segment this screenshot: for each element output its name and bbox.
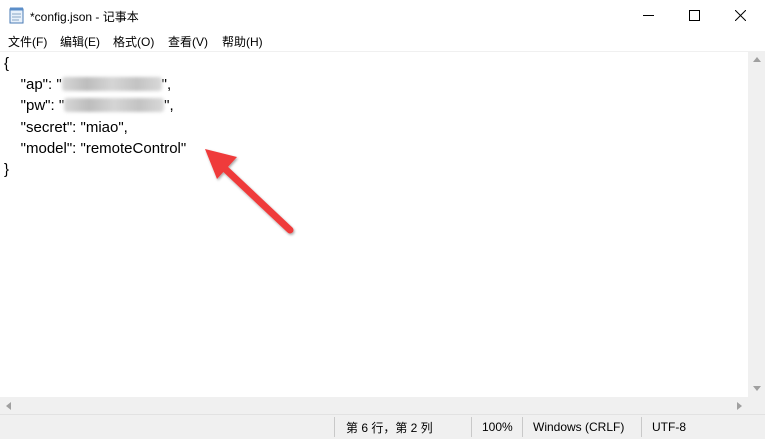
arrow-down-icon [752, 386, 761, 391]
minimize-icon [642, 15, 654, 16]
status-bar: 第 6 行，第 2 列 100% Windows (CRLF) UTF-8 [0, 414, 765, 439]
arrow-up-icon [752, 57, 761, 62]
code-line: { [4, 55, 9, 73]
code-line: } [4, 161, 9, 179]
close-button[interactable] [717, 0, 763, 31]
window-title: *config.json - 记事本 [30, 10, 139, 24]
menu-file[interactable]: 文件(F) [8, 33, 47, 50]
annotation-arrow [205, 149, 294, 234]
code-text: { [4, 55, 10, 72]
code-line: "secret": "miao", [4, 119, 128, 137]
scroll-left-button[interactable] [0, 397, 17, 414]
vertical-scrollbar[interactable] [748, 51, 765, 397]
code-text: "ap": " [4, 76, 62, 93]
notepad-window: *config.json - 记事本 文件(F) 编辑(E) 格式(O) 查看(… [0, 0, 765, 439]
status-separator [641, 417, 642, 437]
line-ending: Windows (CRLF) [533, 420, 625, 434]
arrow-right-icon [737, 401, 742, 410]
code-line: "model": "remoteControl" [4, 140, 187, 158]
status-separator [471, 417, 472, 437]
notepad-app-icon [9, 7, 24, 24]
code-text: "secret": "miao", [4, 119, 128, 136]
close-icon [734, 10, 746, 21]
code-line: "pw": " ", [4, 97, 174, 115]
redacted-value [64, 98, 165, 112]
code-text: ", [164, 97, 174, 114]
menu-format[interactable]: 格式(O) [113, 33, 154, 50]
minimize-button[interactable] [625, 0, 671, 31]
menu-view[interactable]: 查看(V) [168, 33, 208, 50]
status-separator [334, 417, 335, 437]
redacted-value [61, 77, 162, 91]
zoom-level: 100% [482, 420, 513, 434]
menu-help[interactable]: 帮助(H) [222, 33, 263, 50]
menu-bar: 文件(F) 编辑(E) 格式(O) 查看(V) 帮助(H) [0, 31, 765, 51]
maximize-button[interactable] [671, 0, 717, 31]
menu-edit[interactable]: 编辑(E) [60, 33, 100, 50]
cursor-position: 第 6 行，第 2 列 [346, 420, 433, 435]
scrollbar-corner [748, 397, 765, 414]
scroll-right-button[interactable] [731, 397, 748, 414]
code-line: "ap": " ", [4, 76, 172, 94]
arrow-left-icon [6, 401, 11, 410]
maximize-icon [688, 10, 700, 21]
code-text: "pw": " [4, 97, 65, 114]
status-separator [522, 417, 523, 437]
title-bar[interactable]: *config.json - 记事本 [0, 0, 765, 31]
horizontal-scrollbar[interactable] [0, 397, 748, 414]
encoding: UTF-8 [652, 420, 686, 434]
code-text: } [4, 161, 10, 178]
scroll-down-button[interactable] [748, 380, 765, 397]
code-text: ", [161, 76, 172, 93]
text-editor[interactable]: { "ap": " ", "pw": " ", "secret": "miao", … [0, 51, 748, 398]
code-text: "model": "remoteControl" [4, 140, 187, 157]
scroll-up-button[interactable] [748, 51, 765, 68]
